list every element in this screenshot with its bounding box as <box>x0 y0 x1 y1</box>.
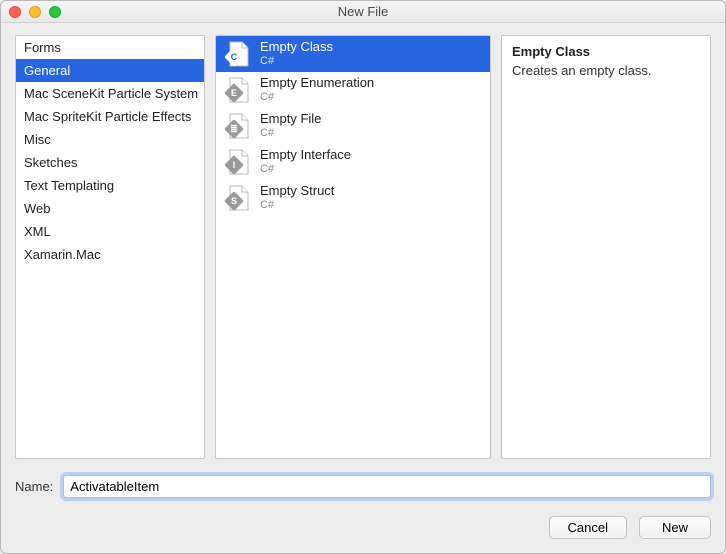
titlebar: New File <box>1 1 725 23</box>
cancel-button[interactable]: Cancel <box>549 516 627 539</box>
template-item[interactable]: C Empty Class C# <box>216 36 490 72</box>
template-name: Empty Enumeration <box>260 76 374 91</box>
name-row: Name: <box>15 475 711 498</box>
template-text: Empty Enumeration C# <box>260 76 374 104</box>
template-language: C# <box>260 163 351 176</box>
template-text: Empty Class C# <box>260 40 333 68</box>
category-item[interactable]: Mac SceneKit Particle System <box>16 82 204 105</box>
file-type-icon: I <box>224 148 252 176</box>
description-pane: Empty Class Creates an empty class. <box>501 35 711 459</box>
template-language: C# <box>260 199 334 212</box>
panes: FormsGeneralMac SceneKit Particle System… <box>15 35 711 459</box>
category-item[interactable]: Text Templating <box>16 174 204 197</box>
category-item[interactable]: XML <box>16 220 204 243</box>
svg-text:I: I <box>233 160 236 170</box>
file-type-icon: C <box>224 40 252 68</box>
template-item[interactable]: S Empty Struct C# <box>216 180 490 216</box>
new-button[interactable]: New <box>639 516 711 539</box>
category-item[interactable]: Xamarin.Mac <box>16 243 204 266</box>
template-name: Empty File <box>260 112 321 127</box>
category-item[interactable]: Mac SpriteKit Particle Effects <box>16 105 204 128</box>
new-file-dialog: New File FormsGeneralMac SceneKit Partic… <box>0 0 726 554</box>
template-list[interactable]: C Empty Class C# E Empty Enumeration C# … <box>215 35 491 459</box>
template-item[interactable]: ≣ Empty File C# <box>216 108 490 144</box>
svg-text:S: S <box>231 196 237 206</box>
template-language: C# <box>260 127 321 140</box>
description-title: Empty Class <box>512 44 700 59</box>
template-language: C# <box>260 55 333 68</box>
template-name: Empty Struct <box>260 184 334 199</box>
svg-text:≣: ≣ <box>230 124 238 134</box>
name-label: Name: <box>15 479 53 494</box>
category-item[interactable]: General <box>16 59 204 82</box>
description-text: Creates an empty class. <box>512 63 700 78</box>
category-item[interactable]: Sketches <box>16 151 204 174</box>
file-type-icon: E <box>224 76 252 104</box>
template-item[interactable]: E Empty Enumeration C# <box>216 72 490 108</box>
dialog-buttons: Cancel New <box>15 516 711 539</box>
template-item[interactable]: I Empty Interface C# <box>216 144 490 180</box>
template-text: Empty File C# <box>260 112 321 140</box>
category-item[interactable]: Misc <box>16 128 204 151</box>
svg-text:E: E <box>231 88 237 98</box>
category-item[interactable]: Forms <box>16 36 204 59</box>
window-title: New File <box>1 4 725 19</box>
dialog-content: FormsGeneralMac SceneKit Particle System… <box>1 23 725 553</box>
category-list[interactable]: FormsGeneralMac SceneKit Particle System… <box>15 35 205 459</box>
svg-text:C: C <box>231 52 238 62</box>
template-name: Empty Class <box>260 40 333 55</box>
template-language: C# <box>260 91 374 104</box>
template-text: Empty Struct C# <box>260 184 334 212</box>
file-type-icon: S <box>224 184 252 212</box>
name-input[interactable] <box>63 475 711 498</box>
template-name: Empty Interface <box>260 148 351 163</box>
template-text: Empty Interface C# <box>260 148 351 176</box>
file-type-icon: ≣ <box>224 112 252 140</box>
category-item[interactable]: Web <box>16 197 204 220</box>
